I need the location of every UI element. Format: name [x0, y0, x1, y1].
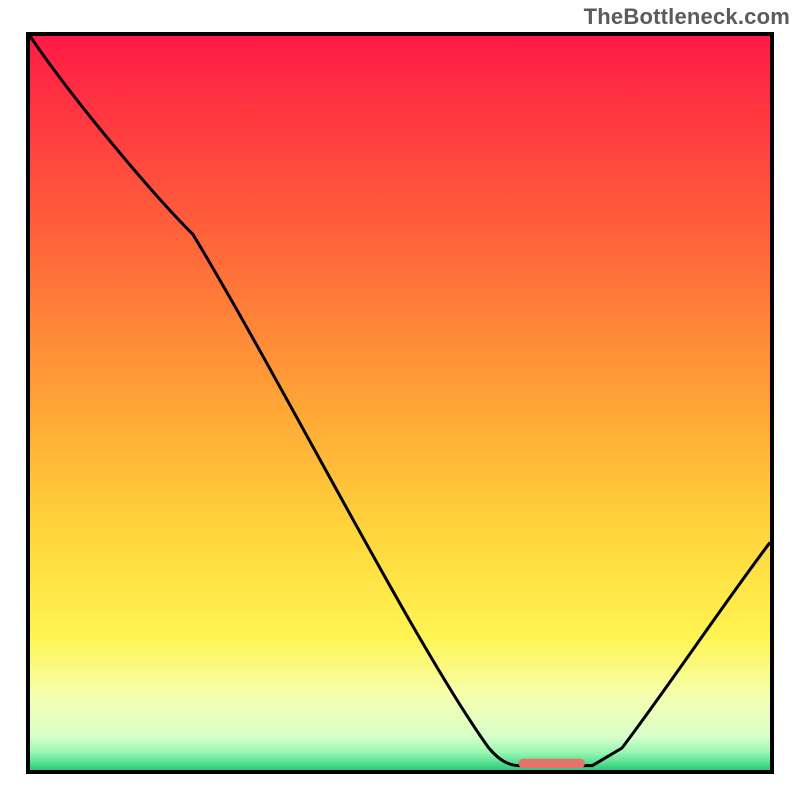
watermark-text: TheBottleneck.com [584, 4, 790, 30]
plot-area [30, 36, 770, 770]
chart-svg [30, 36, 770, 770]
plot-border [26, 32, 774, 774]
chart-frame: TheBottleneck.com [0, 0, 800, 800]
optimal-range-marker [518, 759, 585, 769]
gradient-background [30, 36, 770, 770]
